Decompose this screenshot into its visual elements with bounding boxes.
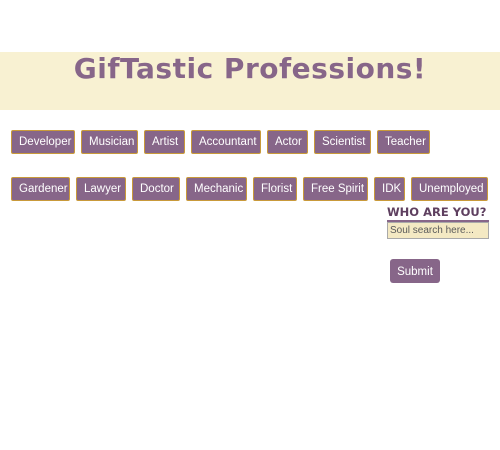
profession-button-scientist[interactable]: Scientist [314, 130, 371, 154]
profession-button-gardener[interactable]: Gardener [11, 177, 70, 201]
submit-button[interactable]: Submit [390, 259, 440, 283]
page-title: GifTastic Professions! [73, 52, 427, 85]
profession-button-idk[interactable]: IDK [374, 177, 405, 201]
profession-button-doctor[interactable]: Doctor [132, 177, 180, 201]
profession-button-mechanic[interactable]: Mechanic [186, 177, 247, 201]
profession-button-florist[interactable]: Florist [253, 177, 297, 201]
profession-button-teacher[interactable]: Teacher [377, 130, 430, 154]
profession-button-actor[interactable]: Actor [267, 130, 308, 154]
who-are-you-heading: WHO ARE YOU? [387, 205, 489, 222]
profession-button-artist[interactable]: Artist [144, 130, 185, 154]
profession-button-musician[interactable]: Musician [81, 130, 138, 154]
profession-button-unemployed[interactable]: Unemployed [411, 177, 488, 201]
profession-button-lawyer[interactable]: Lawyer [76, 177, 126, 201]
soul-search-input[interactable] [387, 222, 489, 239]
profession-button-developer[interactable]: Developer [11, 130, 75, 154]
profession-button-free-spirit[interactable]: Free Spirit [303, 177, 368, 201]
profession-button-accountant[interactable]: Accountant [191, 130, 261, 154]
